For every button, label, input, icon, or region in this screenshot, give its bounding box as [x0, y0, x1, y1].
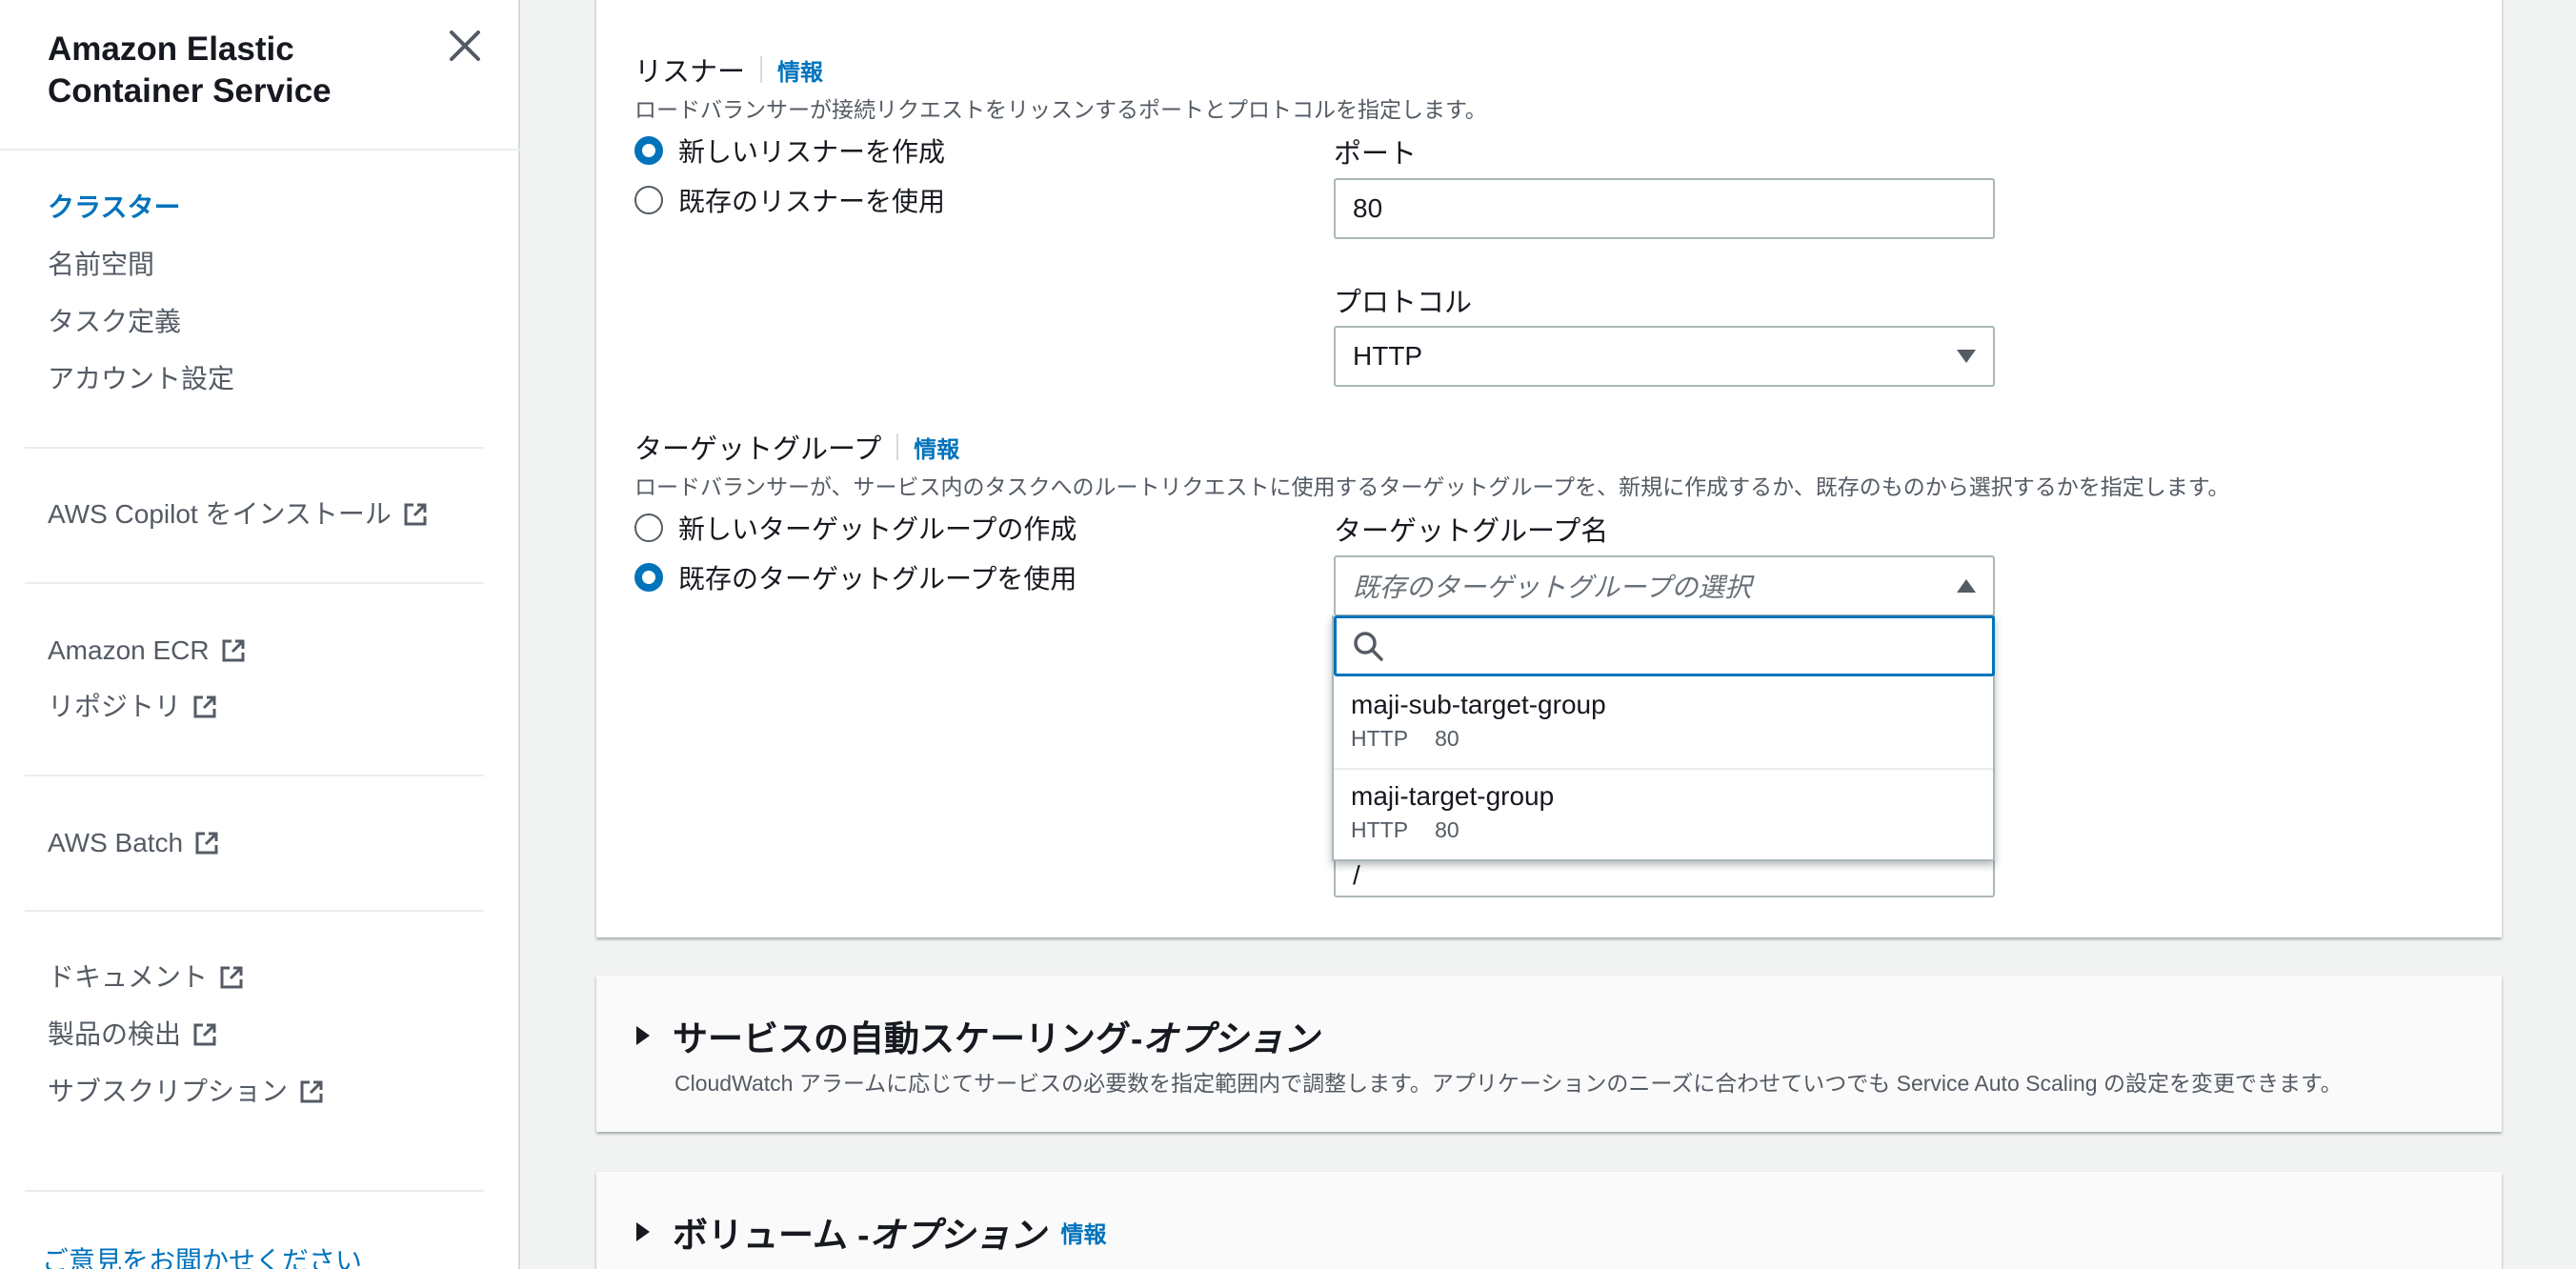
protocol-select[interactable]: HTTP	[1334, 326, 1995, 387]
option-name: maji-target-group	[1351, 781, 1555, 811]
radio-label: 既存のリスナーを使用	[678, 187, 946, 216]
chevron-down-icon	[1957, 350, 1976, 363]
external-link-icon	[191, 693, 219, 721]
volume-title: ボリューム -	[673, 1216, 870, 1255]
sidebar-item-discovery[interactable]: 製品の検出	[48, 1017, 219, 1052]
option-port: 80	[1435, 817, 1459, 842]
radio-label: 新しいターゲットグループの作成	[678, 514, 1077, 544]
radio-selected-icon	[634, 136, 663, 165]
listener-info-link[interactable]: 情報	[777, 53, 823, 87]
dropdown-search-input[interactable]	[1334, 615, 1995, 676]
sidebar-title: Amazon Elastic Container Service	[48, 29, 467, 112]
port-label: ポート	[1334, 139, 1418, 170]
listener-description: ロードバランサーが接続リクエストをリッスンするポートとプロトコルを指定します。	[634, 97, 1487, 122]
sidebar-separator	[25, 1190, 484, 1192]
sidebar-item-subscription[interactable]: サブスクリプション	[48, 1075, 326, 1109]
protocol-label: プロトコル	[1334, 288, 1473, 318]
target-group-label: ターゲットグループ	[634, 434, 882, 465]
protocol-value: HTTP	[1353, 341, 1423, 371]
sidebar-separator	[25, 447, 484, 449]
target-group-info-link[interactable]: 情報	[914, 431, 959, 464]
external-link-icon	[192, 829, 221, 857]
dropdown-option[interactable]: maji-sub-target-group HTTP 80	[1334, 690, 1993, 777]
radio-selected-icon	[634, 563, 663, 592]
search-icon	[1354, 632, 1383, 661]
target-group-select[interactable]: 既存のターゲットグループの選択	[1334, 555, 1995, 616]
listener-label: リスナー	[634, 57, 746, 88]
radio-new-target-group[interactable]: 新しいターゲットグループの作成	[634, 509, 1077, 547]
sidebar-item-repository[interactable]: リポジトリ	[48, 690, 219, 724]
sidebar-item-task-definitions[interactable]: タスク定義	[48, 305, 181, 339]
chevron-up-icon	[1957, 579, 1976, 593]
radio-unselected-icon	[634, 186, 663, 214]
target-group-placeholder: 既存のターゲットグループの選択	[1353, 573, 1752, 602]
sidebar-title-line1: Amazon Elastic	[48, 30, 294, 68]
sidebar-item-batch[interactable]: AWS Batch	[48, 826, 221, 860]
external-link-icon	[217, 963, 246, 992]
sidebar-item-docs[interactable]: ドキュメント	[48, 960, 246, 995]
volume-info-link[interactable]: 情報	[1061, 1216, 1107, 1249]
radio-existing-target-group[interactable]: 既存のターゲットグループを使用	[634, 558, 1077, 596]
sidebar: Amazon Elastic Container Service クラスター 名…	[0, 0, 520, 1269]
dropdown-option[interactable]: maji-target-group HTTP 80	[1334, 768, 1993, 859]
sidebar-item-copilot[interactable]: AWS Copilot をインストール	[48, 497, 430, 532]
listener-heading: リスナー 情報	[634, 50, 823, 90]
radio-existing-listener[interactable]: 既存のリスナーを使用	[634, 181, 945, 219]
sidebar-item-account-settings[interactable]: アカウント設定	[48, 362, 234, 396]
feedback-link[interactable]: ご意見をお聞かせください	[42, 1240, 362, 1269]
option-port: 80	[1435, 726, 1459, 751]
sidebar-separator	[25, 775, 484, 776]
autoscaling-toggle[interactable]: サービスの自動スケーリング- オプション	[636, 1010, 1318, 1061]
autoscaling-title-suffix: オプション	[1142, 1019, 1319, 1058]
external-link-icon	[297, 1078, 326, 1106]
option-protocol: HTTP	[1351, 726, 1409, 751]
external-link-icon	[219, 636, 248, 665]
option-name: maji-sub-target-group	[1351, 690, 1606, 719]
target-group-description: ロードバランサーが、サービス内のタスクへのルートリクエストに使用するターゲットグ…	[634, 474, 2230, 499]
radio-unselected-icon	[634, 514, 663, 542]
autoscaling-description: CloudWatch アラームに応じてサービスの必要数を指定範囲内で調整します。…	[674, 1071, 2343, 1096]
hidden-field-value: /	[1353, 860, 1360, 890]
close-icon	[450, 30, 480, 61]
radio-label: 新しいリスナーを作成	[678, 137, 946, 167]
sidebar-separator	[25, 910, 484, 912]
sidebar-divider	[0, 149, 520, 151]
caret-right-icon	[636, 1222, 650, 1241]
close-sidebar-button[interactable]	[446, 27, 484, 65]
volume-toggle[interactable]: ボリューム - オプション 情報	[636, 1206, 1107, 1258]
target-group-name-label: ターゲットグループ名	[1334, 516, 1609, 547]
target-group-dropdown: maji-sub-target-group HTTP 80 maji-target…	[1332, 615, 1995, 861]
caret-right-icon	[636, 1026, 650, 1045]
autoscaling-title: サービスの自動スケーリング-	[673, 1019, 1143, 1058]
target-group-heading: ターゲットグループ 情報	[634, 427, 959, 467]
sidebar-item-ecr[interactable]: Amazon ECR	[48, 634, 248, 668]
sidebar-title-line2: Container Service	[48, 72, 332, 110]
sidebar-item-clusters[interactable]: クラスター	[48, 191, 180, 225]
sidebar-item-namespaces[interactable]: 名前空間	[48, 248, 154, 282]
radio-new-listener[interactable]: 新しいリスナーを作成	[634, 131, 945, 170]
external-link-icon	[191, 1020, 219, 1049]
sidebar-separator	[25, 582, 484, 584]
volume-title-suffix: オプション	[869, 1216, 1046, 1255]
external-link-icon	[401, 500, 430, 529]
port-input[interactable]: 80	[1334, 178, 1995, 239]
radio-label: 既存のターゲットグループを使用	[678, 564, 1077, 594]
option-protocol: HTTP	[1351, 817, 1409, 842]
